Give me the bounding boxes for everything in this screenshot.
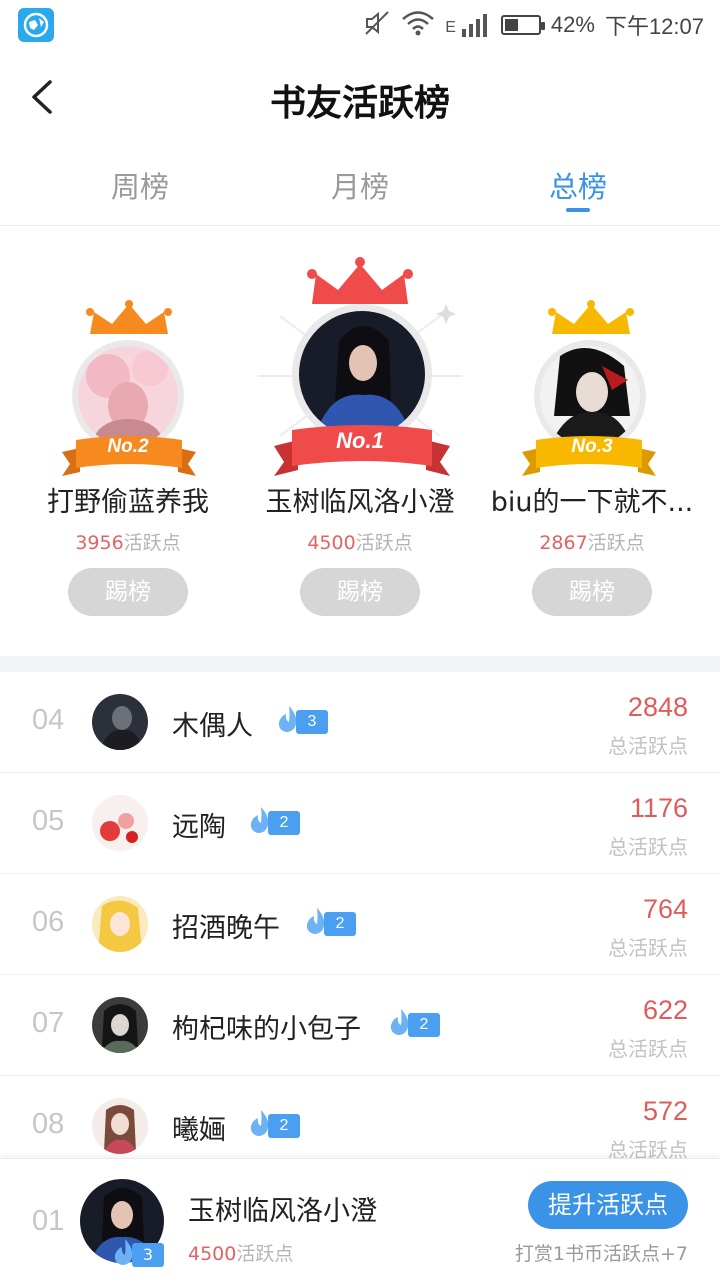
top-three-podium: No.2 打野偷蓝养我 3956活跃点 踢榜 No.1 玉树临风洛小澄 4500… (0, 226, 720, 656)
user-name: 远陶 (172, 812, 226, 843)
podium-name: biu的一下就不... (490, 487, 694, 518)
cellular-signal-icon: E (445, 13, 491, 37)
rank-badge-label: No.3 (571, 436, 613, 457)
level-number: 2 (324, 912, 356, 936)
score-label: 总活跃点 (608, 1138, 688, 1158)
list-item[interactable]: 04 木偶人 3 2848 总活跃点 (0, 672, 720, 773)
network-type-label: E (445, 19, 456, 36)
rank-badge-label: No.1 (336, 428, 384, 453)
score-label: 总活跃点 (608, 835, 688, 859)
avatar[interactable] (92, 997, 148, 1053)
level-badge: 2 (388, 1009, 440, 1037)
level-badge: 3 (276, 706, 328, 734)
kick-button[interactable]: 踢榜 (300, 568, 420, 616)
battery-icon (500, 15, 545, 35)
status-bar: E 42% 下午12:07 (0, 0, 720, 50)
level-number: 2 (408, 1013, 440, 1037)
section-divider (0, 656, 720, 672)
podium-first: No.1 玉树临风洛小澄 4500活跃点 踢榜 (240, 226, 480, 656)
score-value: 1176 (629, 793, 688, 823)
my-rank-number: 01 (32, 1205, 65, 1237)
active-tab-indicator (566, 208, 590, 212)
user-name: 曦婳 (172, 1115, 226, 1146)
tab-weekly[interactable]: 周榜 (60, 164, 220, 206)
rank-number: 08 (32, 1108, 65, 1140)
kick-button[interactable]: 踢榜 (532, 568, 652, 616)
avatar[interactable] (92, 1098, 148, 1154)
avatar[interactable] (78, 346, 178, 446)
crown-icon (86, 300, 172, 334)
header: 书友活跃榜 (0, 50, 720, 145)
tab-monthly[interactable]: 月榜 (280, 164, 440, 206)
level-number: 2 (268, 811, 300, 835)
list-item[interactable]: 07 枸杞味的小包子 2 622 总活跃点 (0, 975, 720, 1076)
my-name: 玉树临风洛小澄 (188, 1196, 377, 1227)
score-label: 总活跃点 (608, 1037, 688, 1061)
score-value: 2848 (627, 692, 688, 722)
score-value: 572 (642, 1096, 688, 1126)
podium-points: 4500活跃点 (307, 532, 413, 554)
kick-button[interactable]: 踢榜 (68, 568, 188, 616)
reward-hint: 打赏1书币活跃点+7 (514, 1243, 688, 1265)
mute-icon (363, 9, 391, 41)
level-badge: 2 (248, 1110, 300, 1138)
level-number: 3 (296, 710, 328, 734)
rank-number: 05 (32, 805, 65, 837)
list-item[interactable]: 06 招酒晚午 2 764 总活跃点 (0, 874, 720, 975)
podium-name: 玉树临风洛小澄 (265, 487, 455, 518)
rank-badge-label: No.2 (107, 436, 149, 457)
ranking-list[interactable]: 04 木偶人 3 2848 总活跃点 05 远陶 2 1176 总活跃点 06 … (0, 672, 720, 1158)
score-label: 总活跃点 (608, 936, 688, 960)
podium-second: No.2 打野偷蓝养我 3956活跃点 踢榜 (8, 226, 248, 656)
level-badge: 2 (248, 807, 300, 835)
avatar[interactable] (299, 311, 425, 437)
battery-percent: 42% (550, 12, 595, 37)
level-number: 2 (268, 1114, 300, 1138)
crown-icon (548, 300, 634, 334)
level-badge: 3 (112, 1239, 164, 1267)
rank-number: 06 (32, 906, 65, 938)
rank-number: 04 (32, 704, 65, 736)
podium-points: 3956活跃点 (75, 532, 181, 554)
level-badge: 2 (304, 908, 356, 936)
tab-total[interactable]: 总榜 (498, 164, 658, 206)
boost-activity-button[interactable]: 提升活跃点 (528, 1181, 688, 1229)
list-item[interactable]: 08 曦婳 2 572 总活跃点 (0, 1076, 720, 1158)
avatar[interactable] (540, 346, 640, 446)
podium-third: No.3 biu的一下就不... 2867活跃点 踢榜 (472, 226, 712, 656)
level-number: 3 (132, 1243, 164, 1267)
app-notification-icon (18, 8, 54, 42)
score-value: 764 (642, 894, 688, 924)
podium-points: 2867活跃点 (539, 532, 645, 554)
list-item[interactable]: 05 远陶 2 1176 总活跃点 (0, 773, 720, 874)
user-name: 木偶人 (172, 711, 253, 742)
user-name: 枸杞味的小包子 (172, 1014, 361, 1045)
score-value: 622 (642, 995, 688, 1025)
crown-icon (307, 257, 413, 304)
page-title: 书友活跃榜 (269, 82, 450, 124)
my-points: 4500活跃点 (188, 1243, 294, 1265)
avatar[interactable] (92, 896, 148, 952)
rank-number: 07 (32, 1007, 65, 1039)
wifi-icon (401, 10, 435, 40)
avatar[interactable] (92, 694, 148, 750)
tab-bar: 周榜 月榜 总榜 (0, 150, 720, 226)
my-rank-bar: 01 3 玉树临风洛小澄 4500活跃点 提升活跃点 打赏1书币活跃点+7 (0, 1158, 720, 1280)
avatar[interactable] (92, 795, 148, 851)
user-name: 招酒晚午 (172, 913, 280, 944)
clock: 下午12:07 (604, 14, 704, 39)
score-label: 总活跃点 (608, 734, 688, 758)
podium-name: 打野偷蓝养我 (47, 487, 209, 518)
